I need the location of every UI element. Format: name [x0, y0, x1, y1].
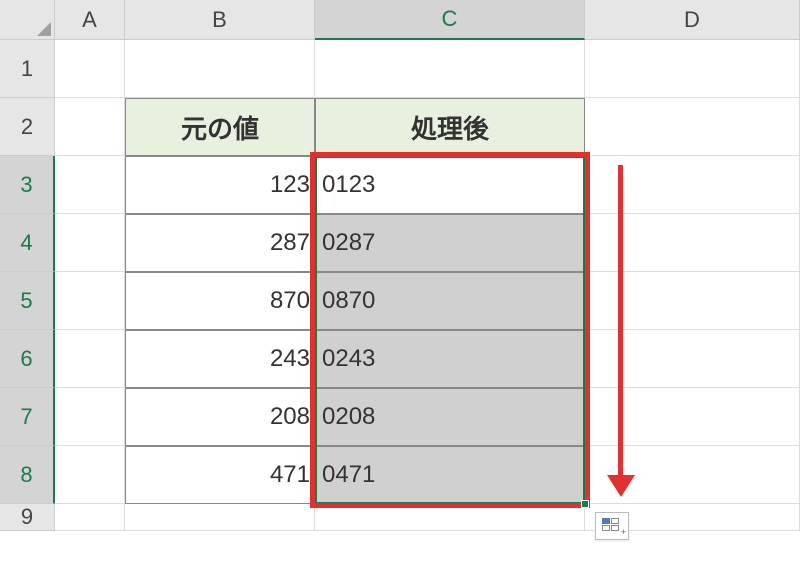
cell-d3[interactable]	[585, 156, 800, 214]
cell-b5[interactable]: 870	[125, 272, 315, 330]
cell-b6[interactable]: 243	[125, 330, 315, 388]
row-header-1[interactable]: 1	[0, 40, 55, 98]
col-header-c[interactable]: C	[315, 0, 585, 40]
cell-c4[interactable]: 0287	[315, 214, 585, 272]
row-header-6[interactable]: 6	[0, 330, 55, 388]
cell-c5[interactable]: 0870	[315, 272, 585, 330]
cell-a4[interactable]	[55, 214, 125, 272]
cell-c3[interactable]: 0123	[315, 156, 585, 214]
row-header-7[interactable]: 7	[0, 388, 55, 446]
cell-b1[interactable]	[125, 40, 315, 98]
select-all-corner[interactable]	[0, 0, 55, 40]
cell-a7[interactable]	[55, 388, 125, 446]
row-header-5[interactable]: 5	[0, 272, 55, 330]
cell-a8[interactable]	[55, 446, 125, 504]
row-header-9[interactable]: 9	[0, 504, 55, 531]
header-processed[interactable]: 処理後	[315, 98, 585, 156]
cell-a1[interactable]	[55, 40, 125, 98]
cell-a9[interactable]	[55, 504, 125, 531]
autofill-options-button[interactable]: +	[595, 512, 629, 540]
cell-b7[interactable]: 208	[125, 388, 315, 446]
cell-b3[interactable]: 123	[125, 156, 315, 214]
header-original[interactable]: 元の値	[125, 98, 315, 156]
row-header-2[interactable]: 2	[0, 98, 55, 156]
row-header-8[interactable]: 8	[0, 446, 55, 504]
cell-c7[interactable]: 0208	[315, 388, 585, 446]
cell-d1[interactable]	[585, 40, 800, 98]
cell-a3[interactable]	[55, 156, 125, 214]
row-header-3[interactable]: 3	[0, 156, 55, 214]
cell-d4[interactable]	[585, 214, 800, 272]
cell-d5[interactable]	[585, 272, 800, 330]
cell-d7[interactable]	[585, 388, 800, 446]
cell-d8[interactable]	[585, 446, 800, 504]
cell-a6[interactable]	[55, 330, 125, 388]
cell-b8[interactable]: 471	[125, 446, 315, 504]
row-header-4[interactable]: 4	[0, 214, 55, 272]
cell-d2[interactable]	[585, 98, 800, 156]
cell-c9[interactable]	[315, 504, 585, 531]
col-header-b[interactable]: B	[125, 0, 315, 40]
cell-c1[interactable]	[315, 40, 585, 98]
col-header-a[interactable]: A	[55, 0, 125, 40]
fill-handle[interactable]	[581, 500, 589, 508]
cell-b9[interactable]	[125, 504, 315, 531]
col-header-d[interactable]: D	[585, 0, 800, 40]
cell-a5[interactable]	[55, 272, 125, 330]
cell-d6[interactable]	[585, 330, 800, 388]
autofill-options-icon: +	[602, 518, 622, 534]
spreadsheet-grid: A B C D 1 2 元の値 処理後 3 123 0123 4 287 028…	[0, 0, 800, 531]
cell-a2[interactable]	[55, 98, 125, 156]
cell-c6[interactable]: 0243	[315, 330, 585, 388]
cell-b4[interactable]: 287	[125, 214, 315, 272]
cell-c8[interactable]: 0471	[315, 446, 585, 504]
